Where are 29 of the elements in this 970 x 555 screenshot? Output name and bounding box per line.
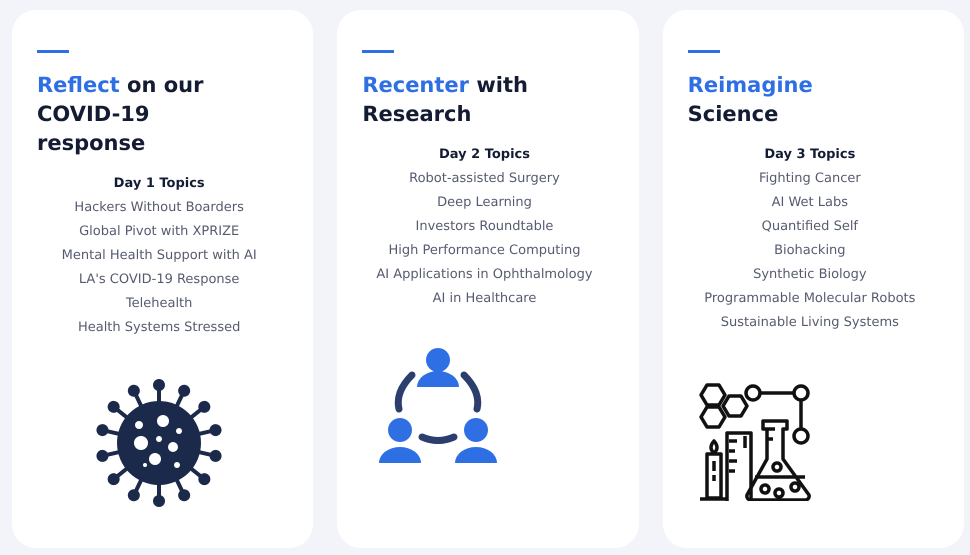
topic-item: Quantified Self: [760, 218, 860, 236]
topic-item: Fighting Cancer: [758, 170, 862, 188]
topic-item: Telehealth: [124, 295, 194, 313]
topic-item: Hackers Without Boarders: [73, 199, 245, 217]
accent-rule: [37, 50, 69, 53]
topic-item: Robot-assisted Surgery: [408, 170, 561, 188]
topic-item: Deep Learning: [436, 194, 533, 212]
topic-item: Global Pivot with XPRIZE: [78, 223, 240, 241]
topic-item: AI in Healthcare: [432, 290, 538, 308]
topic-item: Synthetic Biology: [752, 266, 868, 284]
topic-item: LA's COVID-19 Response: [78, 271, 240, 289]
topics-heading: Day 2 Topics: [438, 146, 531, 164]
card-title: Reimagine Science: [688, 72, 814, 128]
topic-item: Health Systems Stressed: [76, 319, 242, 337]
topic-item: AI Wet Labs: [770, 194, 850, 212]
team-icon: [379, 347, 498, 465]
card-title: Recenter with Research: [362, 72, 529, 128]
accent-rule: [688, 50, 720, 53]
topic-item: Biohacking: [773, 242, 847, 260]
topics-heading: Day 1 Topics: [112, 175, 206, 193]
card-title: Reflect on our COVID-19 response: [37, 72, 204, 157]
topic-item: Programmable Molecular Robots: [703, 290, 916, 308]
topic-item: High Performance Computing: [388, 242, 582, 260]
topic-item: Investors Roundtable: [414, 218, 554, 236]
accent-rule: [362, 50, 394, 53]
topics-heading: Day 3 Topics: [763, 146, 856, 164]
topic-item: Sustainable Living Systems: [720, 314, 900, 332]
topic-item: AI Applications in Ophthalmology: [375, 266, 594, 284]
topic-item: Mental Health Support with AI: [60, 247, 258, 265]
